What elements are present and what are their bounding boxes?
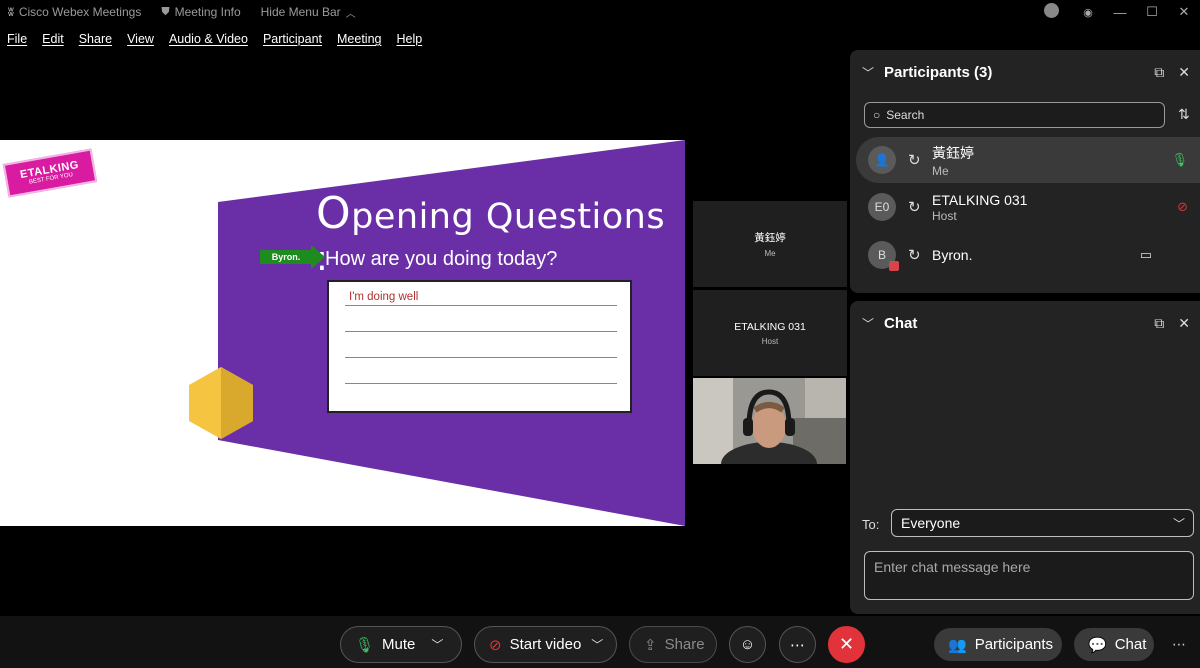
video-tile-byron[interactable]: [693, 378, 846, 464]
answer-text: I'm doing well: [349, 291, 419, 303]
participant-video-feed: [693, 378, 846, 464]
participants-panel-actions: ⧉ ✕: [1154, 64, 1190, 81]
chat-to-label: To:: [862, 517, 880, 532]
window-controls: ◉ — ☐ ✕: [1040, 0, 1200, 24]
maximize-button[interactable]: ☐: [1136, 4, 1168, 20]
chat-panel: ﹀ Chat ⧉ ✕ To: Everyone ﹀ Enter chat mes…: [850, 301, 1200, 614]
start-video-button[interactable]: ⊘ Start video ﹀: [474, 626, 617, 663]
sync-audio-icon: ↻: [908, 247, 921, 264]
chevron-down-icon: ﹀: [1172, 516, 1185, 531]
chat-message-input[interactable]: Enter chat message here: [864, 551, 1194, 600]
reactions-button[interactable]: ☺: [729, 626, 766, 663]
shield-icon: ⛊: [161, 5, 170, 18]
minimize-button[interactable]: —: [1104, 5, 1136, 20]
sync-audio-icon: ↻: [908, 152, 921, 169]
annotation-name-tag: Byron.: [260, 250, 312, 264]
hide-menu-bar-button[interactable]: Hide Menu Bar ︿: [261, 5, 356, 20]
avatar: E0: [868, 193, 896, 221]
end-meeting-button[interactable]: ✕: [828, 626, 865, 663]
search-icon: ○: [873, 108, 881, 122]
app-title: ʬ Cisco Webex Meetings: [8, 5, 142, 19]
menu-view[interactable]: View: [127, 32, 154, 46]
shared-content: ETALKING BEST FOR YOU Opening Questions …: [0, 140, 685, 526]
menu-edit[interactable]: Edit: [42, 32, 64, 46]
participants-icon: 👥: [948, 636, 967, 654]
chevron-up-icon: ︿: [345, 8, 356, 20]
chat-panel-actions: ⧉ ✕: [1154, 315, 1190, 332]
annotation-arrow-icon: [311, 245, 325, 269]
menu-meeting[interactable]: Meeting: [337, 32, 381, 46]
overflow-menu-icon[interactable]: ⋯: [1172, 636, 1186, 653]
meeting-controls-bar: 🎙 Mute ﹀ ⊘ Start video ﹀ ⇪ Share ☺ ⋯ ✕ 👥…: [0, 616, 1200, 668]
video-off-icon: ⊘: [489, 636, 502, 654]
participants-header[interactable]: ﹀ Participants (3): [862, 64, 992, 81]
close-icon: ✕: [838, 634, 855, 654]
avatar: B: [868, 241, 899, 271]
meeting-info-button[interactable]: ⛊ Meeting Info: [161, 5, 240, 19]
chat-recipient-select[interactable]: Everyone ﹀: [891, 509, 1194, 537]
sort-icon[interactable]: ⇅: [1178, 106, 1190, 123]
menu-share[interactable]: Share: [79, 32, 112, 46]
participant-row[interactable]: E0 ↻ ETALKING 031 Host ⊘: [856, 184, 1200, 230]
pop-out-icon[interactable]: ⧉: [1154, 64, 1164, 81]
video-tile-me[interactable]: 黃鈺婷 Me: [693, 201, 847, 287]
participants-toggle-button[interactable]: 👥 Participants: [934, 628, 1062, 661]
menu-participant[interactable]: Participant: [263, 32, 322, 46]
title-bar: ʬ Cisco Webex Meetings ⛊ Meeting Info Hi…: [0, 0, 1200, 24]
person-icon: 👤: [874, 153, 890, 167]
participant-search-input[interactable]: ○ Search: [864, 102, 1165, 128]
menu-file[interactable]: File: [7, 32, 27, 46]
answer-box: I'm doing well: [327, 280, 632, 413]
chevron-down-icon[interactable]: ﹀: [862, 315, 874, 332]
recording-badge-icon: [889, 261, 899, 271]
mic-on-icon[interactable]: 🎙: [1171, 152, 1188, 168]
share-icon: ⇪: [644, 636, 657, 654]
microphone-icon: 🎙: [355, 636, 375, 654]
video-icon[interactable]: ▭: [1140, 247, 1152, 263]
close-icon[interactable]: ✕: [1178, 315, 1190, 332]
participant-row[interactable]: B ↻ Byron. ▭: [856, 232, 1200, 278]
pop-out-icon[interactable]: ⧉: [1154, 315, 1164, 332]
chat-header[interactable]: ﹀ Chat: [862, 315, 917, 332]
smiley-icon: ☺: [739, 636, 756, 653]
chevron-down-icon[interactable]: ﹀: [862, 64, 874, 81]
slide-question: How are you doing today?: [325, 248, 558, 270]
menu-audio-video[interactable]: Audio & Video: [169, 32, 248, 46]
mute-button[interactable]: 🎙 Mute ﹀: [340, 626, 462, 663]
webex-logo-icon: ʬ: [8, 5, 14, 19]
video-tile-host[interactable]: ETALKING 031 Host: [693, 290, 847, 376]
chevron-down-icon[interactable]: ﹀: [431, 636, 443, 653]
answer-line: [345, 305, 617, 306]
answer-line: [345, 383, 617, 384]
answer-line: [345, 357, 617, 358]
avatar: 👤: [868, 146, 896, 174]
mic-muted-icon[interactable]: ⊘: [1177, 199, 1188, 215]
menu-help[interactable]: Help: [396, 32, 422, 46]
menu-bar: File Edit Share View Audio & Video Parti…: [0, 28, 430, 50]
signal-icon[interactable]: ◉: [1072, 6, 1104, 19]
status-circle-icon[interactable]: [1040, 3, 1072, 21]
participants-panel: ﹀ Participants (3) ⧉ ✕ ○ Search ⇅ 👤 ↻ 黃鈺…: [850, 50, 1200, 293]
share-button[interactable]: ⇪ Share: [629, 626, 717, 663]
more-options-button[interactable]: ⋯: [779, 626, 816, 663]
more-icon: ⋯: [790, 636, 805, 654]
chevron-down-icon[interactable]: ﹀: [591, 636, 603, 653]
sync-audio-icon: ↻: [908, 199, 921, 216]
close-window-button[interactable]: ✕: [1168, 4, 1200, 20]
answer-line: [345, 331, 617, 332]
chat-bubble-icon: 💬: [1088, 636, 1107, 654]
chat-toggle-button[interactable]: 💬 Chat: [1074, 628, 1154, 661]
participant-row[interactable]: 👤 ↻ 黃鈺婷 Me 🎙: [856, 137, 1200, 183]
close-icon[interactable]: ✕: [1178, 64, 1190, 81]
